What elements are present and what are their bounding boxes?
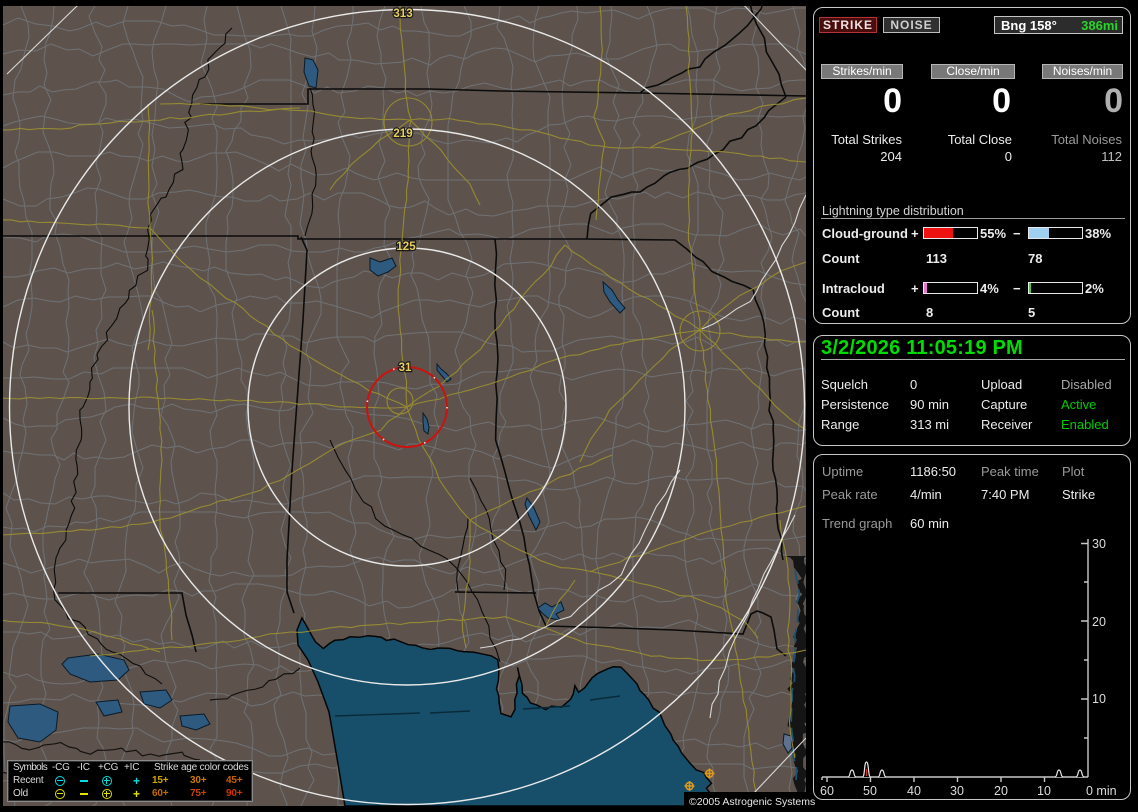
svg-text:30: 30 bbox=[950, 784, 964, 798]
svg-text:31: 31 bbox=[399, 362, 412, 374]
svg-text:20: 20 bbox=[1092, 615, 1106, 629]
svg-text:313: 313 bbox=[393, 8, 412, 20]
svg-text:50: 50 bbox=[863, 784, 877, 798]
svg-text:30: 30 bbox=[1092, 537, 1106, 551]
svg-text:0 min: 0 min bbox=[1086, 784, 1117, 798]
svg-text:219: 219 bbox=[393, 128, 412, 140]
svg-text:10: 10 bbox=[1092, 692, 1106, 706]
svg-text:60: 60 bbox=[820, 784, 834, 798]
svg-text:125: 125 bbox=[396, 241, 416, 253]
svg-text:40: 40 bbox=[907, 784, 921, 798]
svg-text:20: 20 bbox=[994, 784, 1008, 798]
svg-text:10: 10 bbox=[1037, 784, 1051, 798]
